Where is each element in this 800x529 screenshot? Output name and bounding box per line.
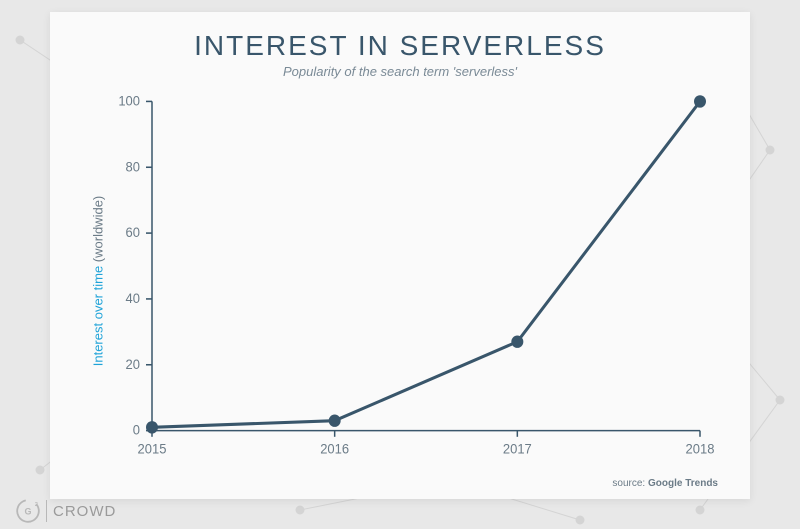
chart-subtitle: Popularity of the search term 'serverles… [80,64,720,79]
x-tick-label: 2017 [503,441,532,456]
y-axis-label-metric: Interest over time [91,265,106,365]
g2-logo-icon: G 2 [16,499,40,523]
data-point [329,415,341,427]
x-tick-label: 2016 [320,441,349,456]
x-tick-label: 2018 [686,441,715,456]
y-axis-label-scope: (worldwide) [91,195,106,265]
source-name: Google Trends [648,478,718,489]
data-point [694,95,706,107]
data-point [511,336,523,348]
y-tick-label: 40 [126,291,140,306]
brand-text: CROWD [53,503,116,520]
y-tick-label: 20 [126,357,140,372]
y-tick-label: 80 [126,159,140,174]
y-tick-label: 100 [118,93,140,108]
chart-area: Interest over time (worldwide) 0 20 40 60 80… [80,89,720,472]
source-attribution: source: Google Trends [80,472,720,499]
line-chart: 0 20 40 60 80 100 2015 2016 2017 2018 [80,89,720,472]
data-line [152,101,700,427]
data-point [146,421,158,433]
brand-logo-block: G 2 CROWD [16,499,116,523]
svg-text:G: G [24,507,31,517]
y-axis-label: Interest over time (worldwide) [91,195,106,366]
source-prefix: source: [612,478,648,489]
y-tick-label: 60 [126,225,140,240]
chart-card: INTEREST IN SERVERLESS Popularity of the… [50,12,750,499]
chart-title: INTEREST IN SERVERLESS [80,30,720,62]
x-tick-label: 2015 [138,441,167,456]
brand-divider [46,500,47,522]
svg-text:2: 2 [35,502,38,508]
y-tick-label: 0 [133,423,140,438]
